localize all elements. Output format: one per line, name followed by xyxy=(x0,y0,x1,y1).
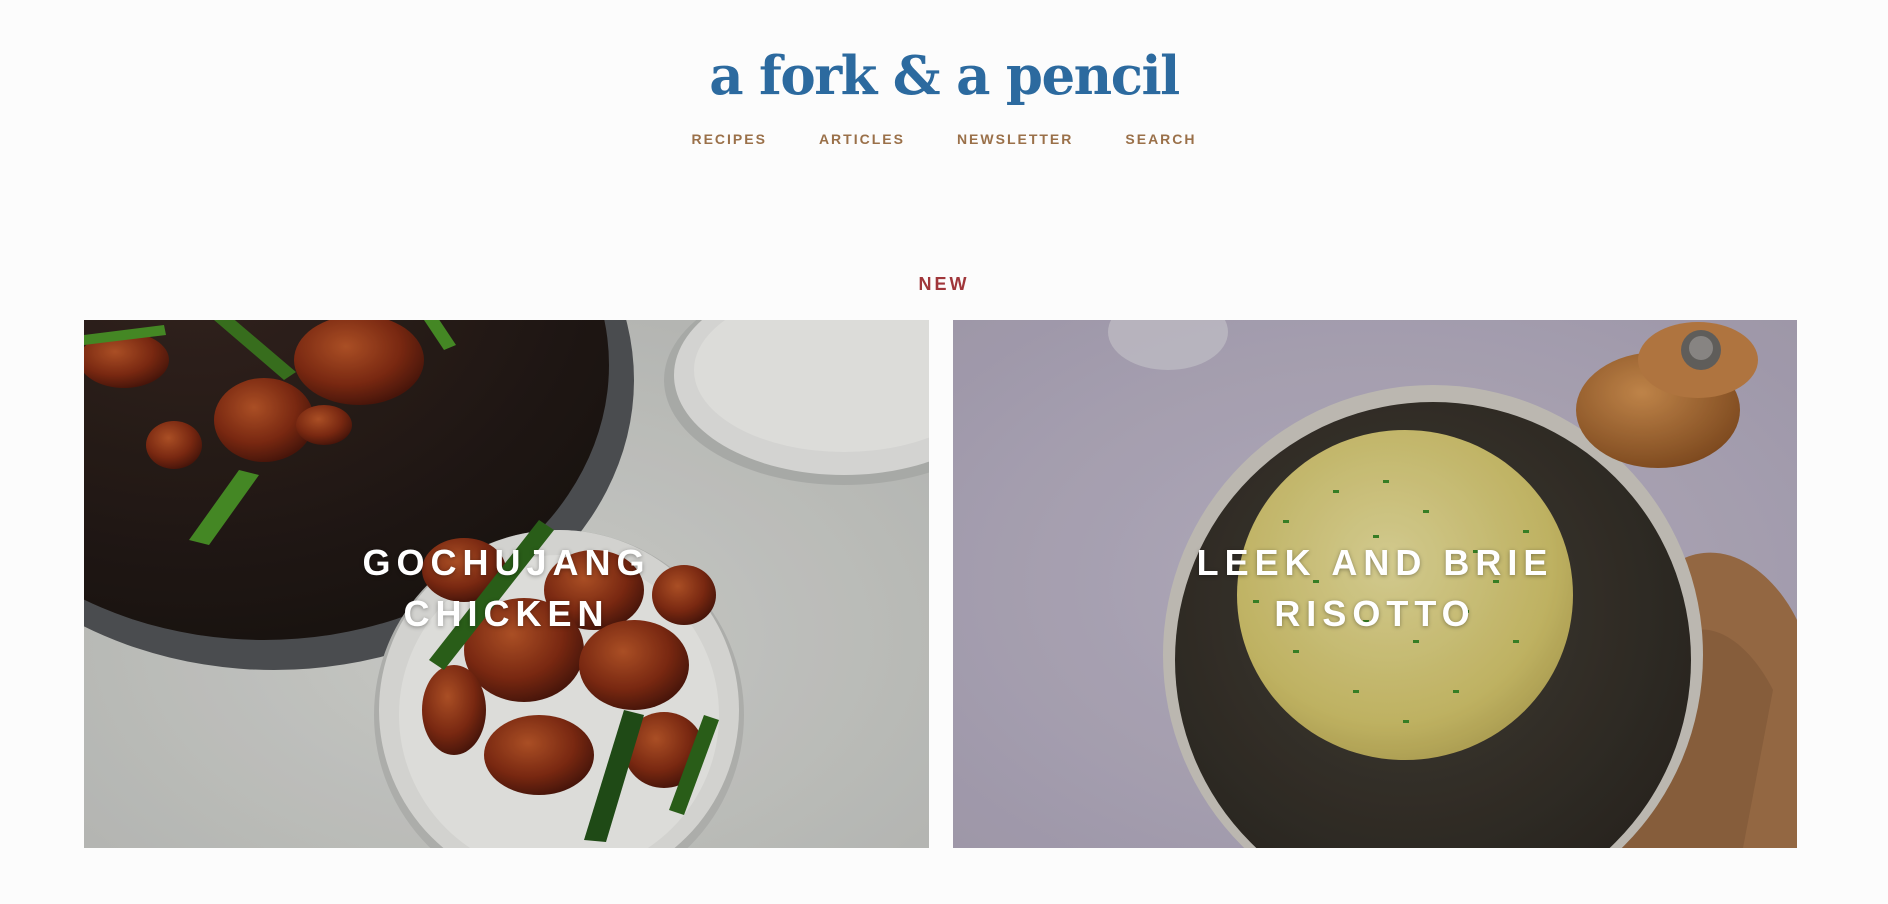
nav-item-newsletter[interactable]: NEWSLETTER xyxy=(931,124,1099,154)
nav-item-search[interactable]: SEARCH xyxy=(1099,124,1222,154)
recipe-card-title: LEEK AND BRIE RISOTTO xyxy=(953,537,1797,639)
recipe-card-leek-brie-risotto[interactable]: LEEK AND BRIE RISOTTO xyxy=(953,320,1797,848)
recipe-card-gochujang-chicken[interactable]: GOCHUJANG CHICKEN xyxy=(84,320,929,848)
nav-item-articles[interactable]: ARTICLES xyxy=(793,124,931,154)
card-title-line-1: LEEK AND BRIE xyxy=(1196,542,1554,583)
card-title-line-2: RISOTTO xyxy=(1274,593,1476,634)
card-title-line-2: CHICKEN xyxy=(403,593,610,634)
nav-item-recipes[interactable]: RECIPES xyxy=(665,124,792,154)
recipe-card-title: GOCHUJANG CHICKEN xyxy=(84,537,929,639)
section-label-new: NEW xyxy=(918,274,970,294)
site-logo[interactable]: a fork & a pencil xyxy=(0,40,1888,112)
main-nav: RECIPES ARTICLES NEWSLETTER SEARCH xyxy=(0,124,1888,154)
card-title-line-1: GOCHUJANG xyxy=(362,542,651,583)
